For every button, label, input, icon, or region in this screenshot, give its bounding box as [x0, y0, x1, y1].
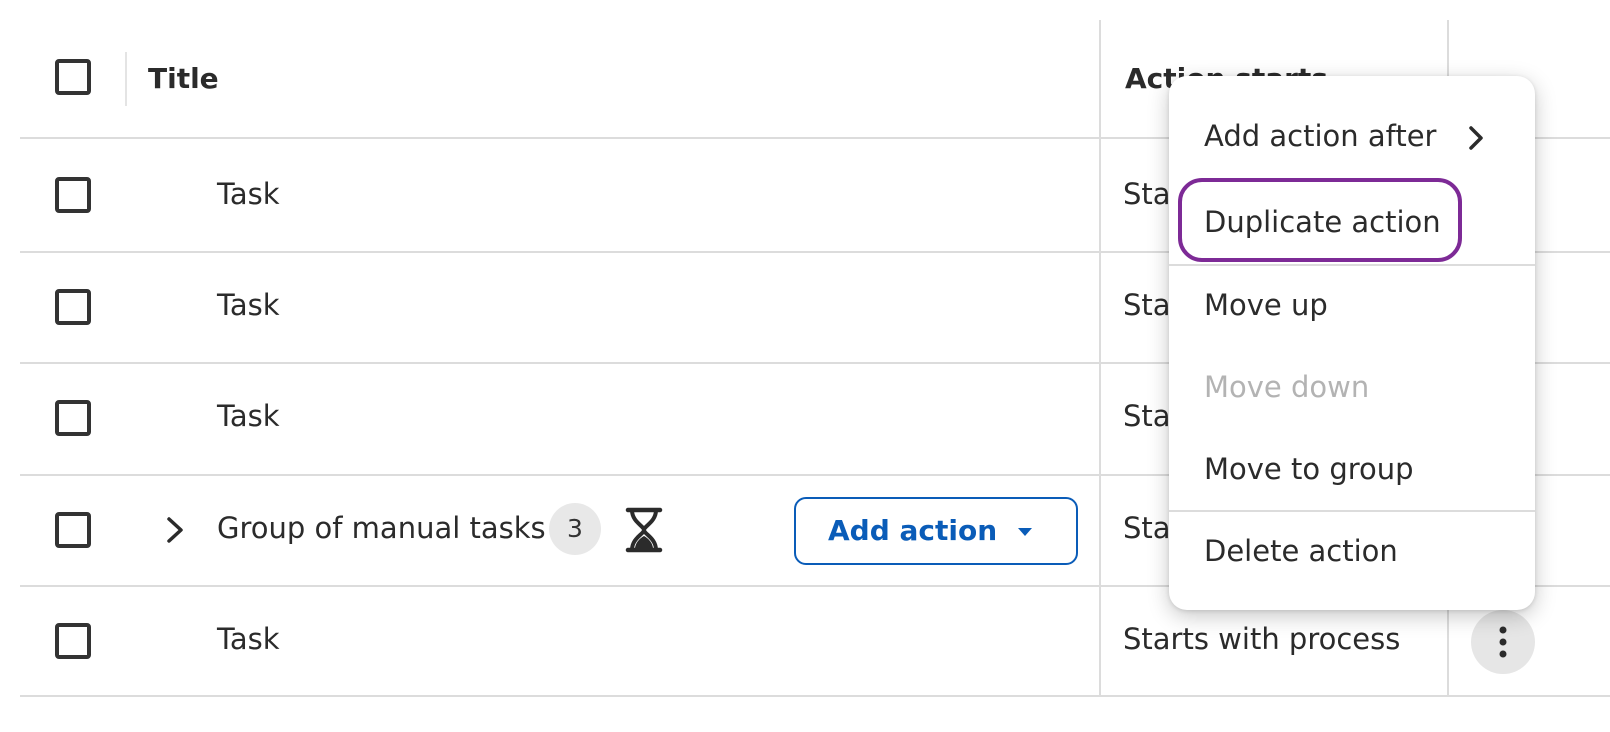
menu-item-move-down: Move down	[1169, 353, 1535, 423]
row-title: Task	[217, 288, 280, 322]
menu-item-add-action-after[interactable]: Add action after	[1169, 102, 1535, 172]
menu-item-label: Add action after	[1204, 119, 1437, 153]
row-title: Task	[217, 399, 280, 433]
row-checkbox[interactable]	[55, 400, 91, 436]
kebab-icon	[1499, 626, 1507, 658]
row-checkbox[interactable]	[55, 177, 91, 213]
add-action-label: Add action	[828, 514, 998, 547]
row-checkbox[interactable]	[55, 623, 91, 659]
menu-divider	[1169, 264, 1535, 266]
menu-item-label: Move up	[1204, 288, 1328, 322]
action-context-menu: Add action after Duplicate action Move u…	[1169, 76, 1535, 610]
chevron-right-icon[interactable]	[160, 515, 190, 545]
menu-item-move-up[interactable]: Move up	[1169, 271, 1535, 341]
count-badge: 3	[549, 503, 601, 555]
menu-item-delete-action[interactable]: Delete action	[1169, 517, 1535, 587]
menu-item-label: Move down	[1204, 370, 1370, 404]
select-all-checkbox[interactable]	[55, 59, 91, 95]
menu-item-label: Move to group	[1204, 452, 1414, 486]
column-header-title[interactable]: Title	[148, 62, 219, 95]
menu-item-move-to-group[interactable]: Move to group	[1169, 435, 1535, 505]
row-checkbox[interactable]	[55, 512, 91, 548]
caret-down-icon	[1018, 528, 1032, 536]
menu-item-label: Duplicate action	[1204, 205, 1441, 239]
more-actions-button[interactable]	[1471, 610, 1535, 674]
hourglass-icon	[625, 507, 663, 553]
menu-item-label: Delete action	[1204, 534, 1398, 568]
row-checkbox[interactable]	[55, 289, 91, 325]
column-divider-1	[1099, 20, 1101, 696]
menu-divider	[1169, 510, 1535, 512]
header-separator	[125, 52, 127, 106]
row-divider	[20, 695, 1610, 697]
menu-item-duplicate-action[interactable]: Duplicate action	[1169, 188, 1535, 258]
row-title: Task	[217, 177, 280, 211]
row-title: Task	[217, 622, 280, 656]
row-action-starts: Starts with process	[1123, 622, 1401, 656]
group-title: Group of manual tasks	[217, 511, 546, 545]
chevron-right-icon	[1469, 126, 1483, 150]
add-action-button[interactable]: Add action	[794, 497, 1078, 565]
